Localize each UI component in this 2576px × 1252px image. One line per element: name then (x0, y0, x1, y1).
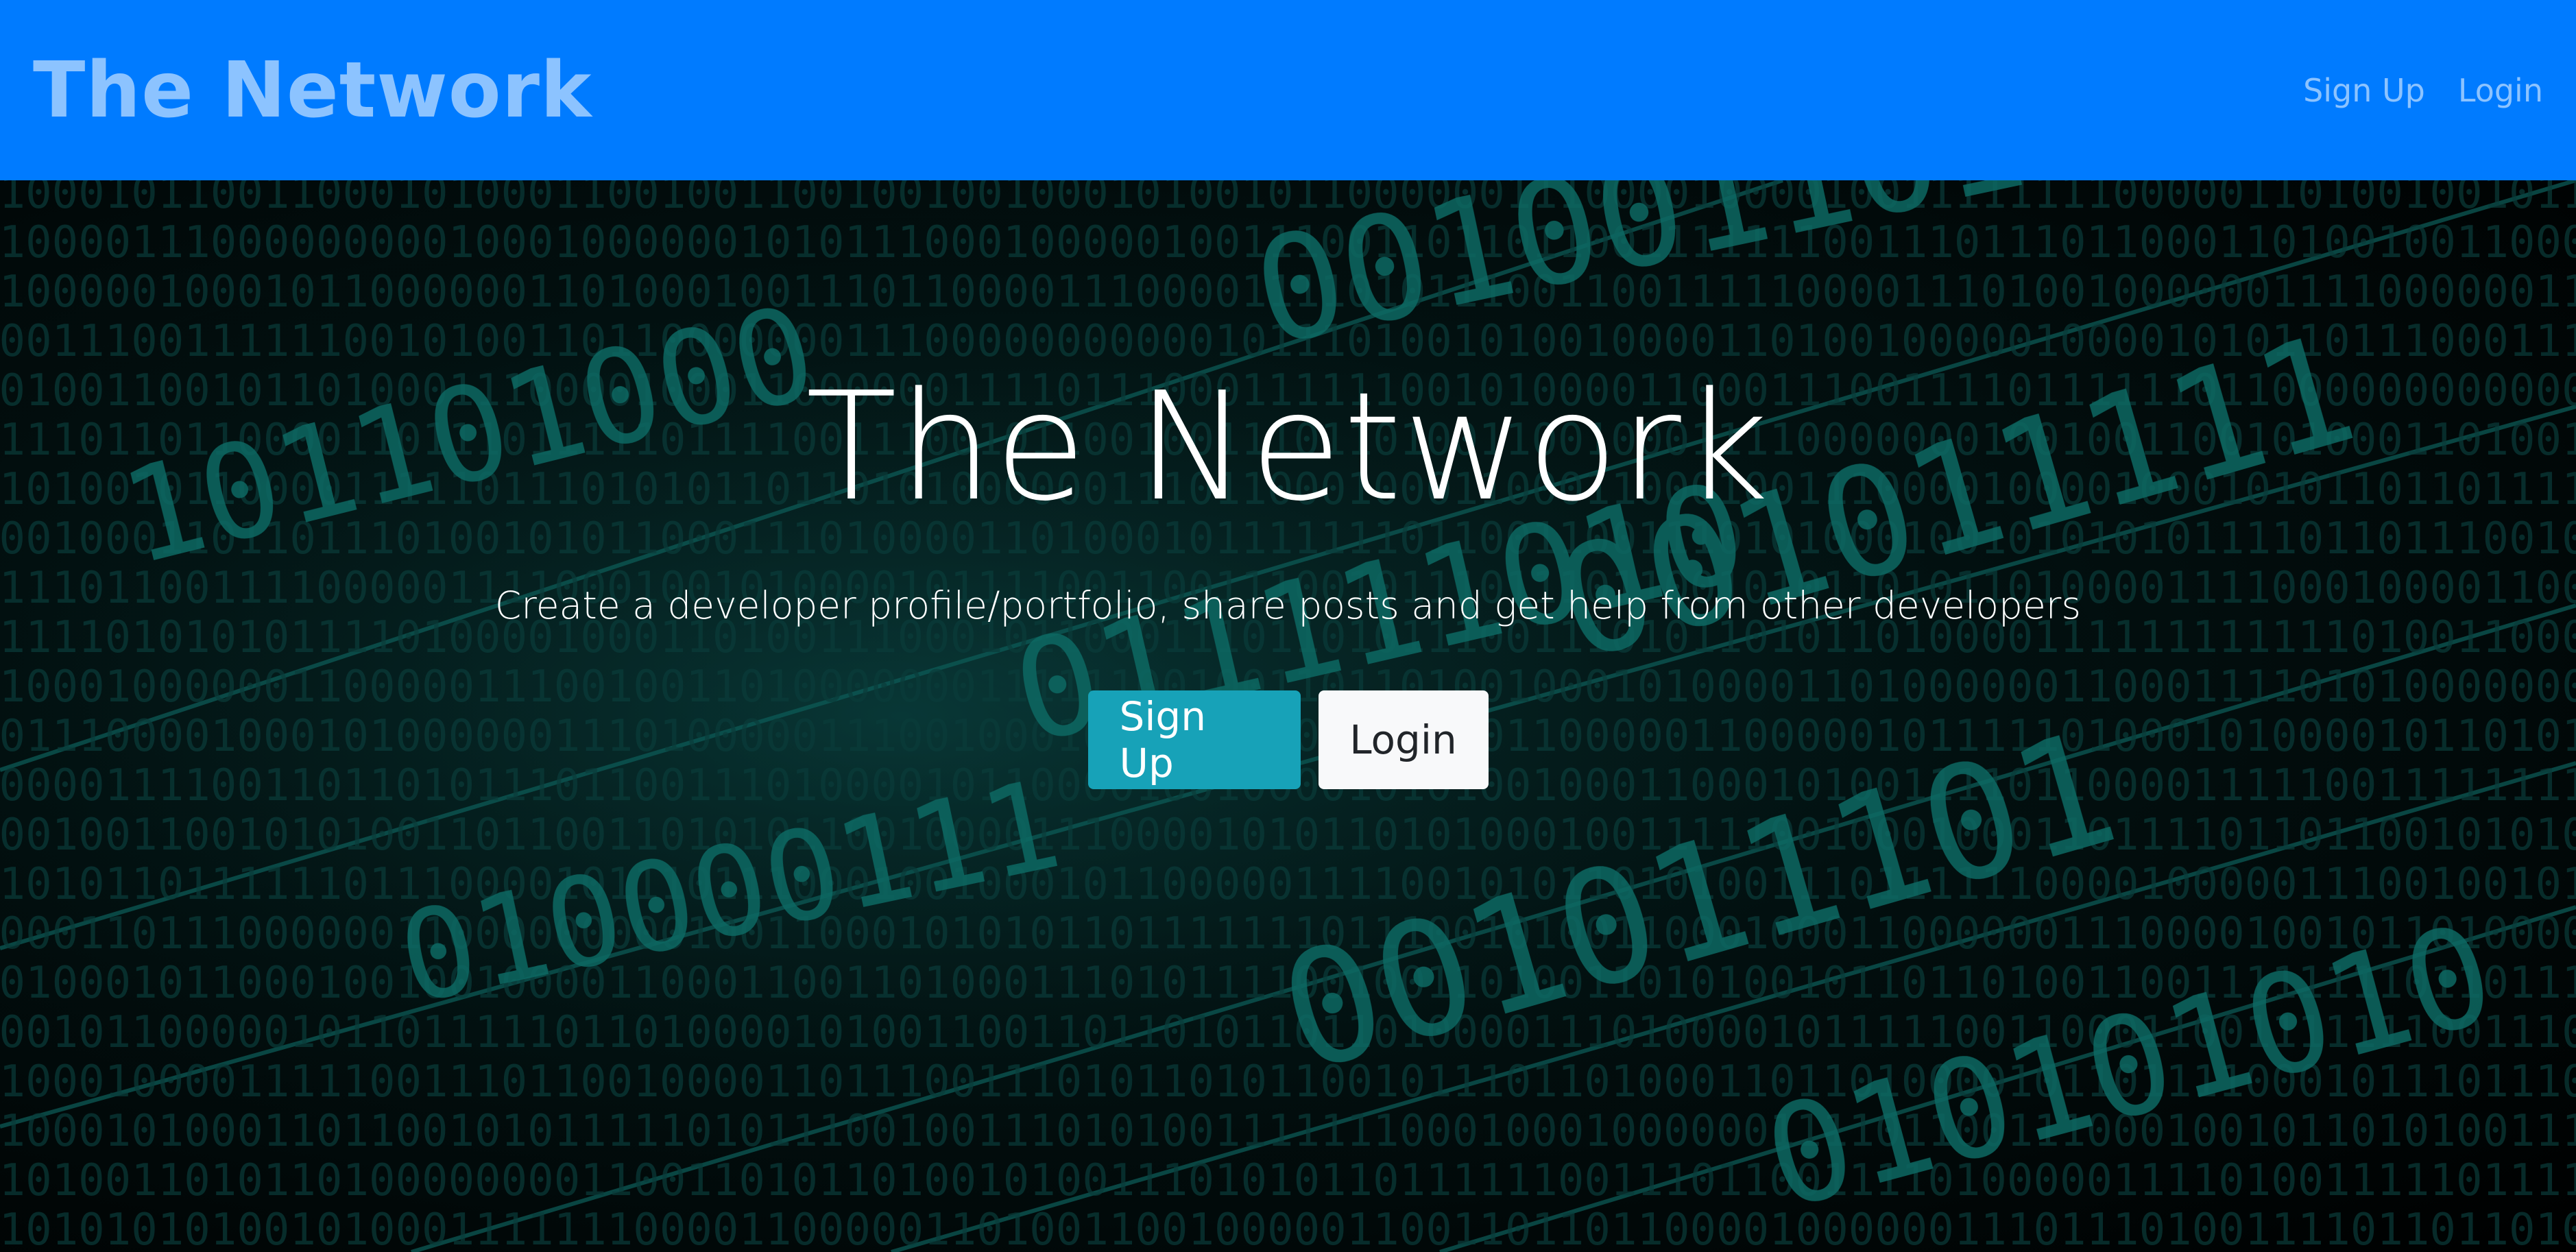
hero-content: The Network Create a developer profile/p… (0, 180, 2576, 1252)
login-button[interactable]: Login (1318, 690, 1489, 789)
nav-signup-link[interactable]: Sign Up (2303, 72, 2425, 109)
nav-login-link[interactable]: Login (2458, 72, 2543, 109)
landing-hero: 0100010110011000101000110010011001001001… (0, 180, 2576, 1252)
brand-logo-link[interactable]: The Network (33, 46, 592, 135)
hero-buttons: Sign Up Login (1087, 690, 1489, 789)
hero-title: The Network (806, 361, 1770, 534)
top-navbar: The Network Sign Up Login (0, 0, 2576, 180)
nav-links: Sign Up Login (2303, 72, 2543, 109)
signup-button[interactable]: Sign Up (1087, 690, 1301, 789)
hero-subtitle: Create a developer profile/portfolio, sh… (494, 583, 2082, 627)
